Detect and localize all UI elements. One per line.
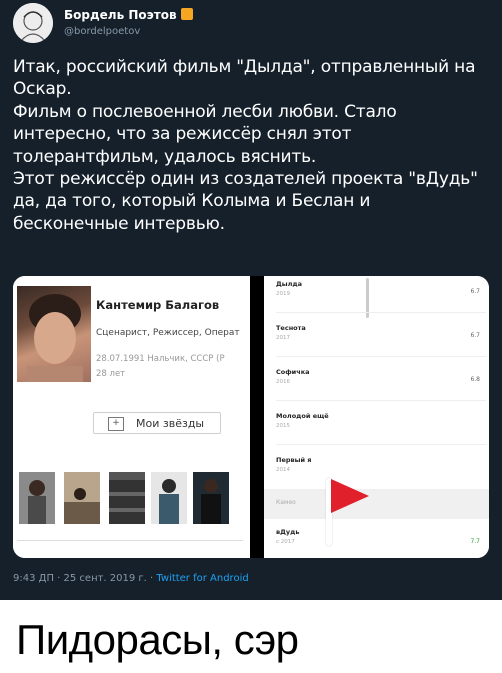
film-year: 2017 (276, 335, 290, 341)
tweet-meta: 9:43 ДП · 25 сент. 2019 г. · Twitter for… (13, 573, 249, 584)
divider (276, 312, 486, 313)
tweet-source-link[interactable]: Twitter for Android (156, 573, 248, 584)
film-title: Первый я (276, 456, 312, 464)
divider (17, 540, 243, 541)
film-year: 2016 (276, 379, 290, 385)
photo-thumbnail[interactable] (64, 472, 100, 524)
avatar-sketch-icon (13, 3, 53, 43)
film-item: Дылда 2019 6.7 (276, 280, 486, 297)
my-stars-label: Мои звёзды (136, 417, 205, 430)
profile-age: 28 лет (96, 369, 126, 379)
profile-photo (17, 286, 91, 382)
meme-caption: Пидорасы, сэр (16, 616, 299, 663)
photo-thumbnail[interactable] (19, 472, 55, 524)
tweet-text: Итак, российский фильм "Дылда", отправле… (13, 56, 489, 235)
film-rating: 7.7 (470, 538, 480, 545)
divider (276, 400, 486, 401)
profile-birth: 28.07.1991 Нальчик, СССР (Р (96, 354, 225, 364)
author-avatar[interactable] (13, 3, 53, 43)
face-icon (27, 294, 83, 382)
filmography-screenshot: Дылда 2019 6.7 Теснота 2017 6.7 Софичка … (264, 276, 489, 558)
film-item: Теснота 2017 6.7 (276, 324, 486, 341)
profile-screenshot: Кантемир Балагов Сценарист, Режиссер, Оп… (13, 276, 250, 558)
tweet-text-line: Этот режиссёр один из создателей проекта… (13, 169, 478, 234)
author-name-text[interactable]: Бордель Поэтов (64, 8, 177, 22)
author-name[interactable]: Бордель Поэтов (64, 8, 193, 22)
my-stars-button[interactable]: + Мои звёзды (93, 412, 221, 434)
photo-thumbnail[interactable] (151, 472, 187, 524)
photo-thumbnail[interactable] (193, 472, 229, 524)
tweet-card: Бордель Поэтов @bordelpoetov Итак, росси… (0, 0, 502, 600)
film-title: Дылда (276, 280, 303, 288)
film-rating: 6.8 (470, 376, 480, 383)
film-item: Софичка 2016 6.8 (276, 368, 486, 385)
film-title: Молодой ещё (276, 412, 329, 420)
film-rating: 6.7 (470, 332, 480, 339)
film-year: 2019 (276, 291, 290, 297)
divider (276, 444, 486, 445)
plus-icon: + (108, 417, 124, 431)
red-flag-icon (331, 479, 369, 513)
profile-name: Кантемир Балагов (96, 298, 220, 312)
tweet-text-line: Фильм о послевоенной лесби любви. Стало … (13, 101, 397, 167)
folder-emoji-icon (180, 8, 193, 20)
film-item: вДудь с 2017 7.7 (276, 528, 486, 545)
film-item: Первый я 2014 (276, 456, 486, 473)
tweet-media[interactable]: Кантемир Балагов Сценарист, Режиссер, Оп… (13, 276, 489, 558)
film-title: вДудь (276, 528, 300, 536)
film-year: 2014 (276, 467, 290, 473)
film-title: Софичка (276, 368, 310, 376)
film-year: с 2017 (276, 539, 295, 545)
tweet-time: 9:43 ДП (13, 573, 54, 584)
tweet-date: 25 сент. 2019 г. (63, 573, 147, 584)
tweet-text-line: Итак, российский фильм "Дылда", отправле… (13, 57, 476, 100)
film-year: 2015 (276, 423, 290, 429)
cameo-label: Камео (276, 499, 296, 506)
film-item: Молодой ещё 2015 (276, 412, 486, 429)
film-title: Теснота (276, 324, 306, 332)
photo-thumbnail[interactable] (109, 472, 145, 524)
divider (276, 356, 486, 357)
author-handle[interactable]: @bordelpoetov (64, 26, 140, 37)
profile-roles: Сценарист, Режиссер, Операт (96, 328, 240, 338)
cameo-section-header: Камео (264, 489, 489, 519)
film-rating: 6.7 (470, 288, 480, 295)
image-divider (250, 276, 264, 558)
